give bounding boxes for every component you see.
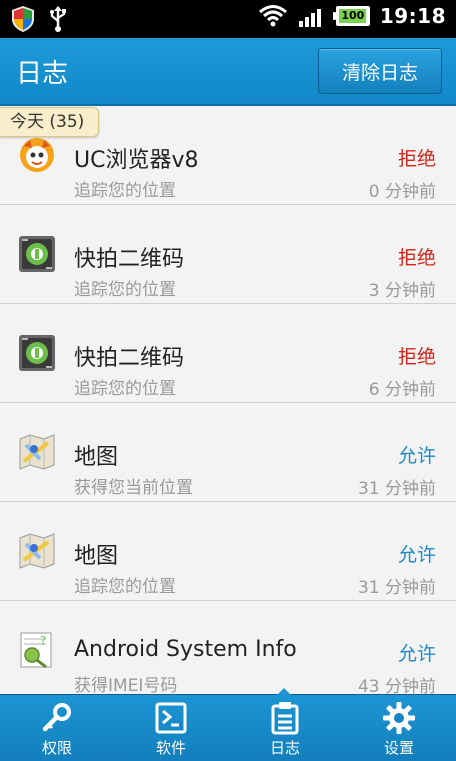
gear-icon — [383, 702, 415, 734]
event-detail: 追踪您的位置 — [74, 181, 176, 201]
action-status: 拒绝 — [397, 247, 436, 269]
tab-software[interactable]: 软件 — [114, 695, 228, 761]
maps-icon — [19, 434, 55, 470]
app-name: 地图 — [74, 445, 119, 470]
event-time: 43 分钟前 — [357, 677, 436, 694]
tab-settings[interactable]: 设置 — [342, 695, 456, 761]
log-item[interactable]: 快拍二维码 追踪您的位置 拒绝 6 分钟前 — [0, 304, 456, 403]
tab-permissions[interactable]: 权限 — [0, 695, 114, 761]
event-time: 31 分钟前 — [357, 578, 436, 598]
shield-icon — [12, 6, 34, 32]
page-title: 日志 — [16, 59, 69, 89]
clock: 19:18 — [379, 4, 446, 28]
log-item[interactable]: ? Android System Info 获得IMEI号码 允许 43 分钟前 — [0, 601, 456, 694]
battery-icon: 100 — [332, 6, 370, 26]
uc-browser-icon — [20, 138, 54, 172]
tab-label: 设置 — [383, 739, 414, 757]
app-name: 快拍二维码 — [74, 247, 185, 272]
terminal-icon — [155, 702, 187, 734]
clear-log-button[interactable]: 清除日志 — [318, 48, 442, 94]
section-header-today: 今天 (35) — [0, 107, 100, 137]
event-time: 0 分钟前 — [368, 182, 436, 202]
app-name: Android System Info — [74, 637, 297, 662]
event-time: 3 分钟前 — [368, 281, 436, 301]
battery-level: 100 — [339, 9, 367, 23]
signal-icon — [298, 9, 321, 27]
event-time: 6 分钟前 — [368, 380, 436, 400]
bottom-tab-bar: 权限 软件 日志 设置 — [0, 688, 456, 761]
action-status: 拒绝 — [397, 148, 436, 170]
log-item[interactable]: 地图 获得您当前位置 允许 31 分钟前 — [0, 403, 456, 502]
log-icon — [271, 702, 299, 735]
action-status: 允许 — [397, 445, 436, 467]
tab-label: 日志 — [269, 739, 300, 757]
wifi-icon — [258, 5, 287, 27]
action-status: 允许 — [397, 643, 436, 665]
event-detail: 追踪您的位置 — [74, 577, 176, 597]
log-item[interactable]: 地图 追踪您的位置 允许 31 分钟前 — [0, 502, 456, 601]
qr-scanner-icon — [19, 236, 55, 272]
action-status: 允许 — [397, 544, 436, 566]
key-icon — [42, 703, 71, 732]
action-status: 拒绝 — [397, 346, 436, 368]
tab-log[interactable]: 日志 — [228, 695, 342, 761]
app-name: UC浏览器v8 — [74, 148, 199, 173]
title-bar: 日志 清除日志 — [0, 38, 456, 106]
tab-label: 软件 — [155, 739, 186, 757]
qr-scanner-icon — [19, 335, 55, 371]
event-detail: 追踪您的位置 — [74, 379, 176, 399]
status-bar: 100 19:18 — [0, 0, 456, 38]
event-detail: 获得您当前位置 — [74, 478, 193, 498]
tab-label: 权限 — [41, 739, 72, 757]
event-detail: 获得IMEI号码 — [74, 676, 178, 694]
event-time: 31 分钟前 — [357, 479, 436, 499]
log-item[interactable]: 快拍二维码 追踪您的位置 拒绝 3 分钟前 — [0, 205, 456, 304]
selected-tab-indicator — [277, 688, 291, 695]
app-name: 地图 — [74, 544, 119, 569]
svg-text:?: ? — [40, 634, 46, 648]
system-info-icon: ? — [20, 632, 52, 669]
usb-icon — [50, 6, 66, 32]
event-detail: 追踪您的位置 — [74, 280, 176, 300]
log-list[interactable]: UC浏览器v8 追踪您的位置 拒绝 0 分钟前 快拍二维码 追踪您的位置 拒绝 … — [0, 106, 456, 694]
maps-icon — [19, 533, 55, 569]
app-name: 快拍二维码 — [74, 346, 185, 371]
